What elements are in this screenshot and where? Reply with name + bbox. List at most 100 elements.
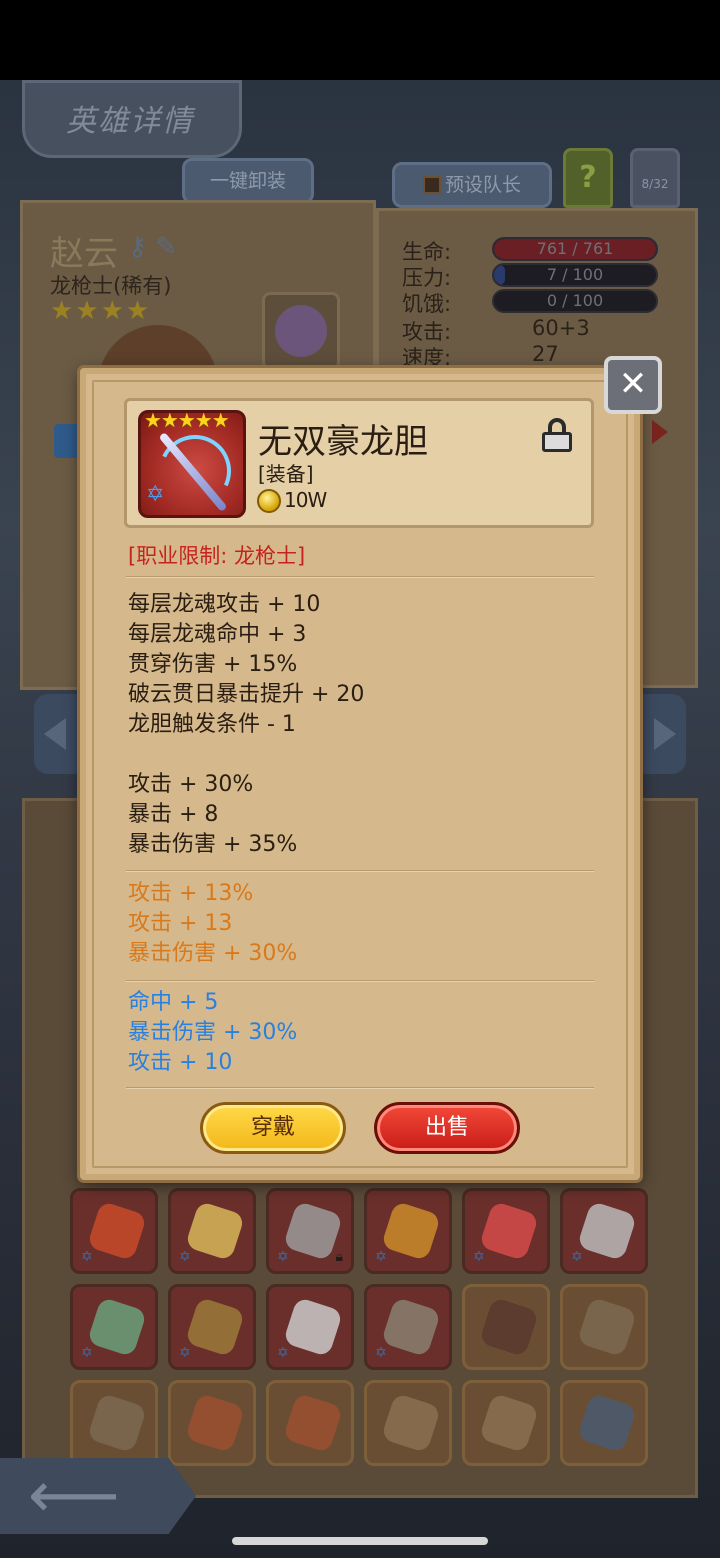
close-popup-button[interactable]: ✕ [604,356,662,414]
hexagram-badge-icon: ✡ [81,1249,93,1265]
inventory-slot[interactable]: ✡ [364,1188,452,1274]
dark-gauntlet-icon [478,1296,540,1358]
hp-bar: 761 / 761 [492,237,658,261]
hp-value: 761 / 761 [536,239,614,258]
jade-dagger-icon [86,1296,148,1358]
preset-captain-label: 预设队长 [444,174,521,196]
hexagram-badge-icon: ✡ [571,1249,583,1265]
speed-value: 27 [532,342,559,366]
stress-bar-fill [494,265,506,285]
stress-value: 7 / 100 [546,265,604,284]
inventory-slot[interactable]: ✡ [168,1188,256,1274]
side-bookmark-icon[interactable] [54,424,82,458]
hexagram-badge-icon: ✡ [277,1345,289,1361]
hunger-value: 0 / 100 [546,291,604,310]
next-hero-button[interactable] [634,694,686,774]
hexagram-badge-icon: ✡ [277,1249,289,1265]
hero-name: 赵云 [50,234,118,274]
jewel-ring-icon [380,1200,442,1262]
cloak-icon [380,1296,442,1358]
spellbook-icon [184,1296,246,1358]
scythe-blade-icon [576,1200,638,1262]
base-stat-line: 贯穿伤害 + 15% [128,652,298,677]
inventory-slot[interactable] [560,1380,648,1466]
item-type: [装备] [258,462,314,486]
inventory-slot[interactable]: ✡ 🔒︎ [266,1188,354,1274]
game-screen: 英雄详情 一键卸装 预设队长 ? 8/32 赵云 ⚷ ✎ 龙枪士(稀有) ★★★… [0,0,720,1558]
bell-charm-icon [282,1296,344,1358]
base-stat-line: 破云贯日暴击提升 + 20 [128,682,365,707]
home-indicator[interactable] [232,1537,488,1545]
page-title: 英雄详情 [66,104,194,139]
inventory-slot[interactable] [266,1380,354,1466]
preset-captain-button[interactable]: 预设队长 [392,162,552,208]
pickaxe-icon [86,1392,148,1454]
divider [126,1087,594,1089]
hexagram-badge-icon: ✡ [146,482,165,507]
sell-button[interactable]: 出售 [374,1102,520,1154]
help-button[interactable]: ? [563,148,613,208]
stress-bar: 7 / 100 [492,263,658,287]
padlock-icon[interactable] [542,418,572,452]
inventory-slot[interactable]: ✡ [70,1188,158,1274]
inventory-slot[interactable]: ✡ [560,1188,648,1274]
item-stars: ★★★★★ [144,408,230,432]
crossbow-icon [478,1392,540,1454]
padlock-body [542,432,572,452]
coin-icon [257,489,281,513]
hero-bag-slot[interactable] [262,292,340,370]
pickaxe-icon [576,1296,638,1358]
padlock-icon: 🔒︎ [335,1249,343,1265]
divider [126,980,594,982]
winged-helmet-icon [184,1200,246,1262]
hexagram-badge-icon: ✡ [179,1345,191,1361]
battle-axe-icon [282,1200,344,1262]
inventory-slot[interactable]: ✡ [168,1284,256,1370]
ruby-amulet-icon [478,1200,540,1262]
dark-crossbow-icon [576,1392,638,1454]
status-bar-area [0,0,720,80]
heart-armor-icon [86,1200,148,1262]
inventory-slot[interactable] [462,1284,550,1370]
hexagram-badge-icon: ✡ [473,1249,485,1265]
base-stat-line: 每层龙魂命中 + 3 [128,622,307,647]
class-restriction: [职业限制: 龙枪士] [128,544,306,568]
base-stat-line: 每层龙魂攻击 + 10 [128,592,321,617]
equip-button[interactable]: 穿戴 [200,1102,346,1154]
hexagram-badge-icon: ✡ [375,1345,387,1361]
inventory-slot[interactable] [462,1380,550,1466]
crossbow-icon [380,1392,442,1454]
base-stat-line: 攻击 + 30% [128,772,254,797]
inventory-slot[interactable] [560,1284,648,1370]
enchant-stat-line: 命中 + 5 [128,990,219,1015]
divider [126,870,594,872]
inventory-slot[interactable]: ✡ [364,1284,452,1370]
attack-value: 60+3 [532,316,590,340]
hunger-label: 饥饿: [402,292,452,316]
prev-hero-button[interactable] [34,694,86,774]
pouch-icon [275,305,327,357]
hexagram-badge-icon: ✡ [179,1249,191,1265]
bonus-stat-line: 攻击 + 13 [128,911,233,936]
inventory-slot[interactable] [70,1380,158,1466]
item-name: 无双豪龙胆 [258,422,428,462]
bonus-stat-line: 暴击伤害 + 30% [128,941,298,966]
inventory-slot[interactable]: ✡ [70,1284,158,1370]
divider [126,576,594,578]
inventory-slot[interactable] [168,1380,256,1466]
inventory-slot[interactable]: ✡ [462,1188,550,1274]
inventory-slot[interactable] [364,1380,452,1466]
inventory-slot[interactable]: ✡ [266,1284,354,1370]
item-price: 10W [284,488,327,512]
preset-captain-checkbox[interactable] [422,176,441,194]
enchant-stats-list: 命中 + 5 暴击伤害 + 30% 攻击 + 10 [128,988,297,1078]
bonus-stat-line: 攻击 + 13% [128,881,254,906]
base-stat-line: 暴击伤害 + 35% [128,832,298,857]
unequip-all-button[interactable]: 一键卸装 [182,158,314,204]
base-stat-line: 暴击 + 8 [128,802,219,827]
hexagram-badge-icon: ✡ [81,1345,93,1361]
base-stat-line: 龙胆触发条件 - 1 [128,712,296,737]
side-arrow-icon[interactable] [652,420,668,444]
hunger-bar: 0 / 100 [492,289,658,313]
hero-key-edit-icons[interactable]: ⚷ ✎ [128,232,177,262]
